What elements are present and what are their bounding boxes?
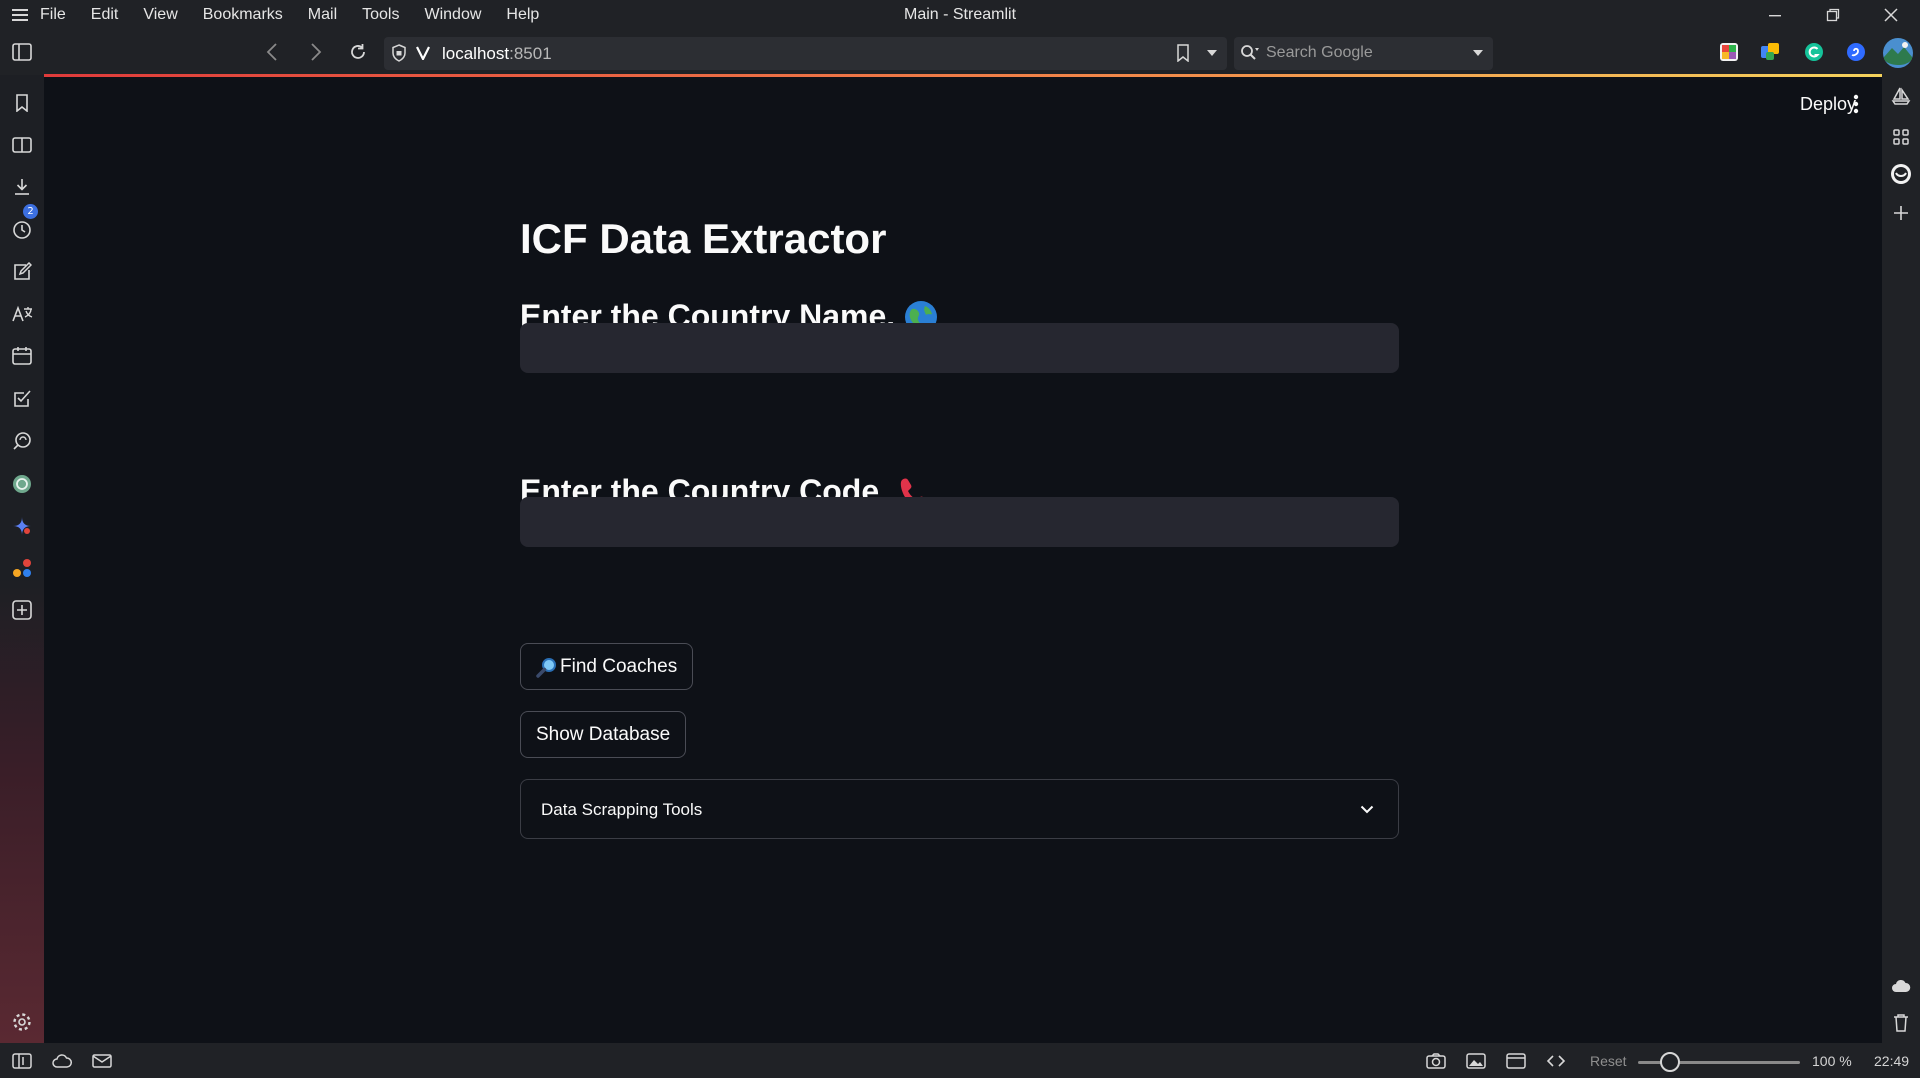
notes-icon[interactable] [8,258,36,286]
page-actions-icon[interactable] [1542,1047,1570,1075]
extension-translate-icon[interactable] [1756,38,1784,66]
more-options-icon[interactable] [1844,91,1868,117]
mail-icon[interactable] [88,1047,116,1075]
right-panel-bar [1882,75,1920,1043]
panel-toggle-icon[interactable] [8,1047,36,1075]
url-dropdown-icon[interactable] [1198,39,1226,67]
gemini-icon[interactable] [8,512,36,540]
data-scrapping-tools-expander[interactable]: Data Scrapping Tools [520,779,1399,839]
streamlit-app: Deploy ICF Data Extractor Enter the Coun… [44,77,1882,1043]
extension-swirl-icon[interactable] [1842,38,1870,66]
menu-window[interactable]: Window [424,6,481,24]
bookmark-page-icon[interactable] [1169,39,1197,67]
download-icon[interactable] [8,173,36,201]
vivaldi-menu-icon[interactable] [0,0,40,29]
chevron-down-icon [1356,798,1378,820]
search-dropdown-icon[interactable] [1472,49,1484,57]
add-panel-icon[interactable] [8,596,36,624]
country-name-input[interactable] [520,323,1399,373]
web-panel-icon[interactable] [1887,160,1915,188]
find-coaches-button[interactable]: Find Coaches [520,643,694,690]
search-placeholder: Search Google [1266,44,1373,61]
menu-bookmarks[interactable]: Bookmarks [203,6,283,24]
show-database-label: Show Database [536,723,671,745]
find-coaches-label: Find Coaches [560,655,678,677]
search-engine-icon[interactable] [1240,44,1260,62]
reload-icon[interactable] [344,38,372,66]
feed-icon[interactable] [8,427,36,455]
left-panel-bar: 2 [0,75,44,1043]
url-host: localhost [442,44,510,63]
menu-view[interactable]: View [143,6,177,24]
menu-edit[interactable]: Edit [91,6,119,24]
grid-icon[interactable] [1887,123,1915,151]
clock: 22:49 [1874,1053,1910,1069]
grammarly-icon[interactable] [1800,38,1828,66]
minimize-icon[interactable] [1746,0,1804,29]
menu-tools[interactable]: Tools [362,6,399,24]
vivaldi-v-icon [409,39,437,67]
show-database-button[interactable]: Show Database [520,711,687,758]
extension-photo-icon[interactable] [1715,38,1743,66]
restore-icon[interactable] [1804,0,1862,29]
url-port: :8501 [509,44,552,63]
url-text[interactable]: localhost:8501 [442,44,552,64]
status-bar: Reset 100 % 22:49 [0,1043,1920,1078]
expander-label: Data Scrapping Tools [541,800,703,819]
zoom-reset-button[interactable]: Reset [1590,1053,1627,1069]
bookmark-icon[interactable] [8,89,36,117]
menu-help[interactable]: Help [506,6,539,24]
slack-icon[interactable] [8,554,36,582]
calendar-icon[interactable] [8,342,36,370]
translate-icon[interactable] [8,300,36,328]
sync-cloud-icon[interactable] [1887,972,1915,1000]
close-icon[interactable] [1862,0,1920,29]
panel-toggle-icon[interactable] [8,38,36,66]
trash-icon[interactable] [1887,1009,1915,1037]
sailboat-icon[interactable] [1887,82,1915,110]
zoom-level: 100 % [1812,1053,1852,1069]
menu-file[interactable]: File [40,6,66,24]
window-title: Main - Streamlit [903,6,1017,23]
profile-avatar[interactable] [1881,36,1915,70]
page-title: ICF Data Extractor [520,215,887,262]
forward-icon[interactable] [302,38,330,66]
search-field[interactable]: Search Google [1234,37,1493,70]
image-toggle-icon[interactable] [1462,1047,1490,1075]
add-web-panel-icon[interactable] [1887,199,1915,227]
tasks-icon[interactable] [8,385,36,413]
chatgpt-icon[interactable] [8,470,36,498]
country-code-input[interactable] [520,497,1399,547]
magnifier-icon [536,656,558,678]
title-bar: File Edit View Bookmarks Mail Tools Wind… [0,0,1920,29]
back-icon[interactable] [258,38,286,66]
menu-mail[interactable]: Mail [308,6,337,24]
cloud-icon[interactable] [48,1047,76,1075]
tabs-icon[interactable] [8,131,36,159]
settings-icon[interactable] [8,1008,36,1036]
zoom-slider-handle[interactable] [1660,1052,1680,1072]
history-icon[interactable] [8,216,36,244]
capture-icon[interactable] [1422,1047,1450,1075]
tiling-icon[interactable] [1502,1047,1530,1075]
